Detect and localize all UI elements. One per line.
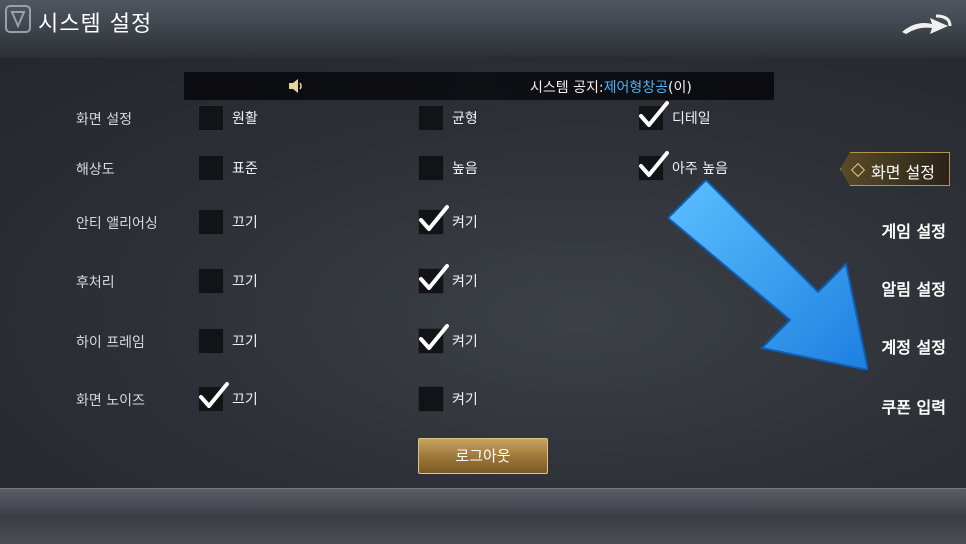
checkmark-icon xyxy=(639,151,669,177)
checkmark-icon xyxy=(639,101,669,127)
checkmark-icon xyxy=(199,382,229,408)
sidebar-item-coupon-input[interactable]: 쿠폰 입력 xyxy=(882,394,946,418)
diamond-icon xyxy=(850,162,866,178)
option-label[interactable]: 아주 높음 xyxy=(672,158,728,178)
option-label[interactable]: 끄기 xyxy=(232,331,258,351)
option-checkbox[interactable] xyxy=(418,105,444,131)
row-label: 화면 노이즈 xyxy=(76,393,145,409)
option-checkbox[interactable] xyxy=(418,386,444,412)
option-label[interactable]: 끄기 xyxy=(232,271,258,291)
sidebar-item-account-settings[interactable]: 계정 설정 xyxy=(882,334,946,358)
logo-icon xyxy=(5,5,31,33)
sidebar-item-label: 화면 설정 xyxy=(871,163,935,182)
row-label: 하이 프레임 xyxy=(76,335,145,351)
option-label[interactable]: 원활 xyxy=(232,108,258,128)
system-notice-bar: 시스템 공지:제어형창공(이) xyxy=(184,72,774,100)
checkmark-icon xyxy=(419,264,449,290)
row-label: 해상도 xyxy=(76,162,115,178)
option-label[interactable]: 켜기 xyxy=(452,389,478,409)
option-label[interactable]: 디테일 xyxy=(672,108,711,128)
row-label: 후처리 xyxy=(76,275,115,291)
option-checkbox[interactable] xyxy=(638,101,669,131)
bottom-strip xyxy=(0,488,966,544)
option-label[interactable]: 켜기 xyxy=(452,212,478,232)
option-checkbox[interactable] xyxy=(198,382,229,412)
option-checkbox[interactable] xyxy=(418,155,444,181)
notice-highlight: 제어형창공 xyxy=(603,80,668,96)
option-checkbox[interactable] xyxy=(198,105,224,131)
option-label[interactable]: 끄기 xyxy=(232,389,258,409)
option-checkbox[interactable] xyxy=(638,151,669,181)
option-checkbox[interactable] xyxy=(418,264,449,294)
option-label[interactable]: 균형 xyxy=(452,108,478,128)
option-checkbox[interactable] xyxy=(198,209,224,235)
option-label[interactable]: 끄기 xyxy=(232,212,258,232)
option-label[interactable]: 표준 xyxy=(232,158,258,178)
page-title: 시스템 설정 xyxy=(38,12,153,37)
checkmark-icon xyxy=(419,324,449,350)
logout-button[interactable]: 로그아웃 xyxy=(418,438,548,474)
notice-prefix: 시스템 공지: xyxy=(530,80,604,96)
option-label[interactable]: 켜기 xyxy=(452,271,478,291)
sidebar-item-display-settings[interactable]: 화면 설정 xyxy=(840,152,950,186)
option-label[interactable]: 켜기 xyxy=(452,331,478,351)
option-checkbox[interactable] xyxy=(198,268,224,294)
option-checkbox[interactable] xyxy=(198,328,224,354)
speaker-icon xyxy=(289,79,302,93)
notice-suffix: (이) xyxy=(667,80,692,96)
settings-panel xyxy=(0,58,966,490)
row-label: 화면 설정 xyxy=(76,112,132,128)
option-label[interactable]: 높음 xyxy=(452,158,478,178)
option-checkbox[interactable] xyxy=(418,324,449,354)
sidebar-item-notification-settings[interactable]: 알림 설정 xyxy=(882,276,946,300)
sidebar-item-game-settings[interactable]: 게임 설정 xyxy=(882,218,946,242)
back-arrow-icon[interactable] xyxy=(896,10,956,40)
checkmark-icon xyxy=(419,205,449,231)
row-label: 안티 앨리어싱 xyxy=(76,216,158,232)
option-checkbox[interactable] xyxy=(198,155,224,181)
title-bar: 시스템 설정 xyxy=(0,0,966,59)
notice-text: 시스템 공지:제어형창공(이) xyxy=(530,77,692,97)
option-checkbox[interactable] xyxy=(418,205,449,235)
